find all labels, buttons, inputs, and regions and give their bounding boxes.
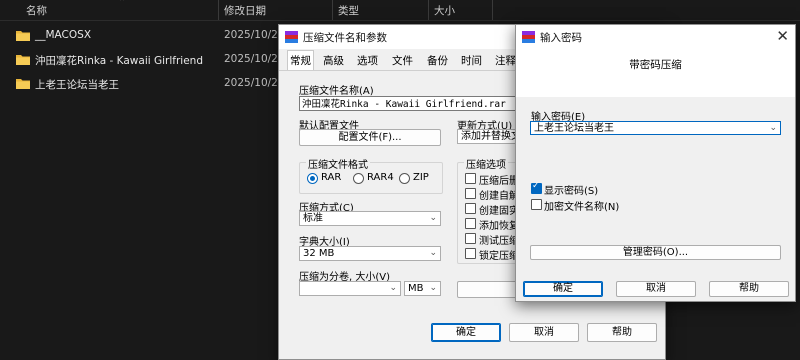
split-unit-select[interactable]: MB ⌄ — [404, 281, 441, 296]
tab-advanced[interactable]: 高级 — [323, 52, 344, 70]
option-checkbox[interactable] — [465, 173, 476, 184]
option-checkbox[interactable] — [465, 248, 476, 259]
format-rar-radio[interactable] — [307, 173, 318, 184]
chevron-down-icon: ⌄ — [429, 213, 437, 223]
file-name: 沖田凜花Rinka - Kawaii Girlfriend — [35, 55, 203, 67]
file-row[interactable]: 上老王论坛当老王 2025/10/2 2 — [0, 73, 288, 95]
column-separator[interactable] — [428, 0, 429, 20]
close-icon[interactable]: ✕ — [776, 27, 789, 45]
file-row[interactable]: __MACOSX 2025/10/2 2 — [0, 25, 288, 47]
archive-dialog-title: 压缩文件名和参数 — [303, 32, 387, 44]
password-dialog-titlebar[interactable]: 输入密码 ✕ — [516, 25, 795, 49]
method-value: 标准 — [303, 213, 323, 224]
tab-time[interactable]: 时间 — [461, 52, 482, 70]
chevron-up-icon: ⌃ — [118, 0, 127, 8]
option-checkbox[interactable] — [465, 218, 476, 229]
archive-cancel-button[interactable]: 取消 — [509, 323, 579, 342]
show-password-label: 显示密码(S) — [544, 186, 599, 197]
winrar-icon — [285, 31, 298, 43]
password-cancel-button[interactable]: 取消 — [616, 281, 696, 297]
password-dialog-title: 输入密码 — [540, 32, 582, 44]
set-password-button[interactable] — [457, 281, 519, 298]
method-select[interactable]: 标准 ⌄ — [299, 211, 441, 226]
archive-name-input[interactable]: 沖田凜花Rinka - Kawaii Girlfriend.rar — [299, 96, 519, 111]
format-zip-label: ZIP — [413, 172, 429, 183]
password-dialog: 输入密码 ✕ 带密码压缩 输入密码(E) 上老王论坛当老王 ⌄ 显示密码(S) … — [515, 24, 796, 302]
tab-comment[interactable]: 注释 — [495, 52, 516, 70]
option-label: 创建固实 — [479, 206, 519, 217]
option-label: 锁定压缩 — [479, 251, 519, 262]
chevron-down-icon: ⌄ — [429, 248, 437, 258]
options-group: 压缩选项 压缩后删 创建自解 创建固实 添加恢复 测试压缩 锁定压缩 — [457, 156, 521, 264]
archive-ok-button[interactable]: 确定 — [431, 323, 501, 342]
split-unit-value: MB — [408, 283, 424, 294]
tab-options[interactable]: 选项 — [357, 52, 378, 70]
format-rar4-radio[interactable] — [353, 173, 364, 184]
chevron-down-icon: ⌄ — [389, 283, 397, 293]
file-row[interactable]: 沖田凜花Rinka - Kawaii Girlfriend 2025/10/2 … — [0, 49, 288, 71]
option-label: 添加恢复 — [479, 221, 519, 232]
format-rar4-label: RAR4 — [367, 172, 394, 183]
manage-passwords-button[interactable]: 管理密码(O)... — [530, 245, 781, 260]
winrar-icon — [522, 31, 535, 43]
password-ok-button[interactable]: 确定 — [523, 281, 603, 297]
profiles-button[interactable]: 配置文件(F)... — [299, 129, 441, 146]
file-name: 上老王论坛当老王 — [35, 79, 119, 91]
password-value: 上老王论坛当老王 — [534, 123, 614, 134]
encrypt-names-checkbox[interactable] — [531, 199, 542, 210]
option-checkbox[interactable] — [465, 233, 476, 244]
column-size[interactable]: 大小 — [434, 3, 455, 18]
column-modified[interactable]: 修改日期 — [224, 3, 266, 18]
update-mode-value: 添加并替换文 — [461, 131, 519, 142]
format-group-title: 压缩文件格式 — [306, 156, 370, 171]
archive-help-button[interactable]: 帮助 — [587, 323, 657, 342]
option-label: 压缩后删 — [479, 176, 519, 187]
options-group-title: 压缩选项 — [464, 156, 508, 171]
folder-icon — [16, 55, 30, 65]
password-input[interactable]: 上老王论坛当老王 ⌄ — [530, 121, 781, 135]
tab-general[interactable]: 常规 — [287, 50, 314, 71]
password-help-button[interactable]: 帮助 — [709, 281, 789, 297]
archive-name-label: 压缩文件名称(A) — [299, 86, 374, 97]
folder-icon — [16, 79, 30, 89]
column-separator[interactable] — [332, 0, 333, 20]
tab-files[interactable]: 文件 — [392, 52, 413, 70]
column-type[interactable]: 类型 — [338, 3, 359, 18]
password-header: 带密码压缩 — [516, 49, 795, 97]
dict-value: 32 MB — [303, 248, 335, 259]
option-checkbox[interactable] — [465, 203, 476, 214]
format-group: 压缩文件格式 RAR RAR4 ZIP — [299, 156, 443, 194]
password-subtitle: 带密码压缩 — [629, 59, 682, 71]
option-checkbox[interactable] — [465, 188, 476, 199]
file-name: __MACOSX — [35, 29, 92, 41]
column-separator[interactable] — [218, 0, 219, 20]
folder-icon — [16, 31, 30, 41]
chevron-down-icon: ⌄ — [429, 283, 437, 293]
dict-select[interactable]: 32 MB ⌄ — [299, 246, 441, 261]
split-size-select[interactable]: ⌄ — [299, 281, 401, 296]
column-header: ⌃ 名称 修改日期 类型 大小 — [0, 0, 800, 21]
option-label: 创建自解 — [479, 191, 519, 202]
show-password-checkbox[interactable] — [531, 181, 542, 194]
column-name[interactable]: 名称 — [26, 3, 47, 18]
encrypt-names-label: 加密文件名称(N) — [544, 202, 620, 213]
tab-backup[interactable]: 备份 — [427, 52, 448, 70]
format-zip-radio[interactable] — [399, 173, 410, 184]
format-rar-label: RAR — [321, 172, 342, 183]
chevron-down-icon: ⌄ — [769, 123, 777, 133]
password-footer: 确定 取消 帮助 — [516, 277, 795, 301]
column-separator[interactable] — [492, 0, 493, 20]
option-label: 测试压缩 — [479, 236, 519, 247]
update-mode-select[interactable]: 添加并替换文 — [457, 129, 519, 144]
